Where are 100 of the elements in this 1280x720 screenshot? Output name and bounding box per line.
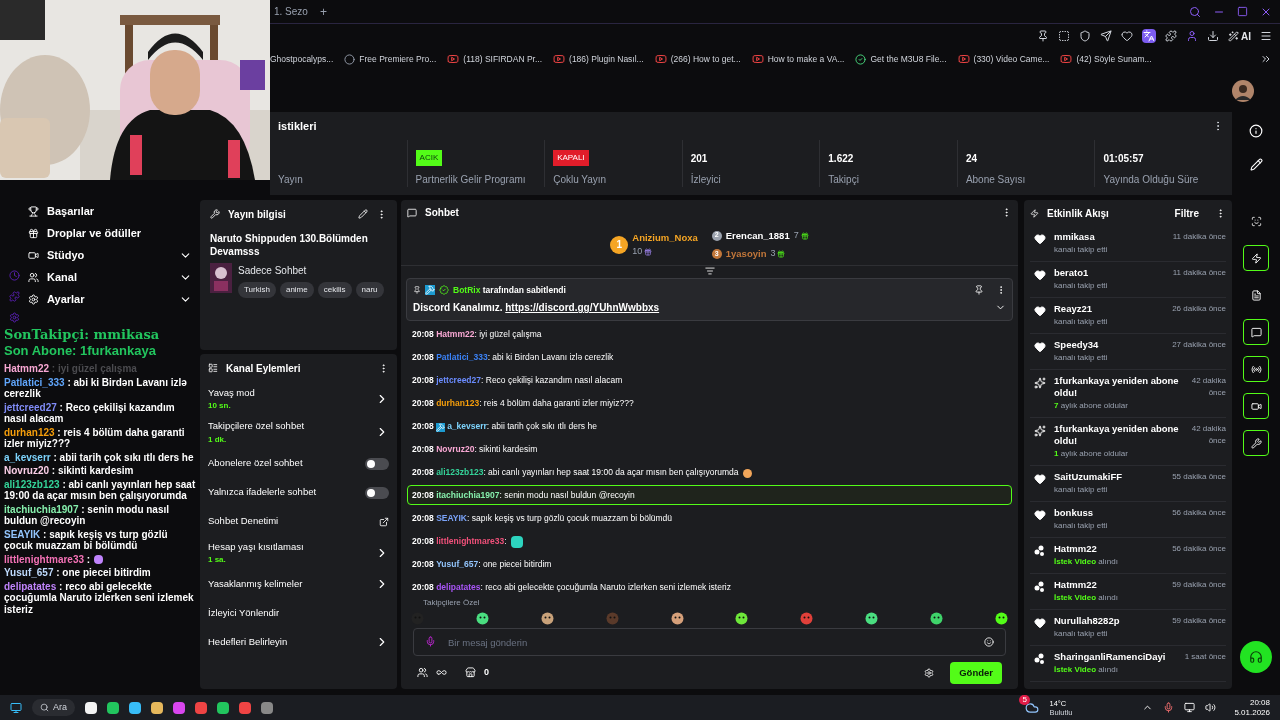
activity-item[interactable]: Hatmm22 59 dakika önce İstek Video alındı [1030, 574, 1226, 610]
activity-name: Hatmm22 [1054, 579, 1098, 591]
bookmark[interactable]: (266) How to get... [654, 52, 741, 66]
tag[interactable]: Turkish [238, 282, 276, 298]
activity-item[interactable]: SaitUzumakiFF 55 dakika önce kanalı takip etti [1030, 466, 1226, 502]
activity-item[interactable]: Nurullah8282p 59 dakika önce kanalı takip etti [1030, 610, 1226, 646]
bookmark[interactable]: (186) Plugin Nasıl... [553, 52, 644, 66]
stat-label: Yayında Olduğu Süre [1103, 173, 1200, 187]
action-label: İzleyici Yönlendir [208, 605, 281, 620]
gifter-name: Anizium_Noxa [632, 230, 698, 245]
activity-item[interactable]: 1furkankaya yeniden abone oldu! 42 dakika önce 1 aylık abone oldular [1030, 418, 1226, 466]
bookmark[interactable]: How to make a VA... [751, 52, 845, 66]
activity-name: Hatmm22 [1054, 543, 1098, 555]
activity-name: 1furkankaya yeniden abone oldu! [1054, 423, 1180, 447]
stat-value: 24 [965, 152, 978, 166]
action-label: Takipçilere özel sohbet [208, 419, 306, 434]
sidebar-item[interactable]: Başarılar [28, 200, 192, 222]
activity-name: Speedy34 [1054, 339, 1100, 351]
activity-name: bonkuss [1054, 507, 1095, 519]
activity-name: mmikasa [1054, 231, 1096, 243]
overlay-chat-message: itachiuchia1907 : senin modu nasıl buldun @recoyin [4, 503, 171, 527]
stat-label: Partnerlik Gelir Programı [415, 173, 527, 187]
overlay-text: Son Abone: 1furkankaya [3, 343, 157, 359]
pinned-by: BotRix tarafından sabitlendi [453, 283, 567, 297]
panel-title: Etkinlik Akışı [1047, 206, 1110, 221]
activity-name: berato1 [1054, 267, 1090, 279]
bookmark[interactable]: Ghostpocalyps... [270, 52, 334, 66]
activity-item[interactable]: mmikasa 11 dakika önce kanalı takip etti [1030, 226, 1226, 262]
chat-message: 20:08 Yusuf_657: one piecei bitirdim [411, 558, 553, 572]
stat-label: İzleyici [690, 172, 722, 187]
stream-title: Naruto Shippuden 130.Bölümden Devamsss [210, 232, 369, 258]
activity-detail: İstek Video alındı [1054, 556, 1119, 568]
activity-name: SharinganliRamenciDayi [1054, 651, 1167, 663]
action-label: Yalnızca ifadelerle sohbet [208, 485, 318, 500]
gifter-name: 1yasoyin [725, 246, 767, 261]
bookmark[interactable]: Get the M3U8 File... [855, 52, 947, 66]
activity-time: 26 dakika önce [1172, 303, 1226, 315]
activity-item[interactable]: Hatmm22 56 dakika önce İstek Video alındı [1030, 538, 1226, 574]
sidebar-item[interactable]: Ayarlar [28, 288, 192, 310]
bookmark[interactable]: (330) Video Came... [957, 52, 1050, 66]
new-tab-button[interactable]: + [319, 2, 327, 21]
activity-detail: kanalı takip etti [1054, 520, 1109, 532]
overlay-chat-message: Patlatici_333 : abi ki Birdən Lavanı izlə cerezlik [4, 376, 188, 400]
overlay-chat-message: delipatates : reco abi gelecekte çocuğumla Naruto izlerken seni izlemek isteriz [4, 580, 195, 615]
activity-item[interactable]: 1furkankaya yeniden abone oldu! 42 dakika önce 7 aylık abone oldular [1030, 370, 1226, 418]
ai-button[interactable]: AI [1228, 28, 1251, 44]
bookmark[interactable]: (118) SIFIRDAN Pr... [447, 52, 543, 66]
tag[interactable]: naru [355, 282, 384, 298]
gifter-name: Erencan_1881 [725, 228, 790, 243]
bookmark[interactable]: (42) Söyle Sunam... [1060, 52, 1152, 66]
stat-value: 01:05:57 [1103, 152, 1145, 166]
sidebar-item[interactable]: Kanal [28, 266, 192, 288]
chat-message: 20:08 ali123zb123: abi canlı yayınları hep saat 19:00 da açar mısın ben çalışıyorumda [407, 462, 1012, 483]
activity-item[interactable]: SharinganliRamenciDayi 1 saat önce İstek Video alındı [1030, 646, 1226, 682]
action-label: Yavaş mod [208, 386, 256, 400]
tag[interactable]: anime [279, 282, 314, 298]
sidebar-item[interactable]: Stüdyo [28, 244, 192, 266]
action-label: Sohbet Denetimi [208, 514, 280, 529]
overlay-chat-message: Novruz20 : sikinti kardesim [4, 465, 135, 477]
activity-time: 11 dakika önce [1172, 267, 1226, 279]
search-field[interactable]: Ara [32, 698, 75, 717]
status-badge: KAPALI [553, 150, 589, 166]
overlay-chat-message: a_kevserr : abii tarih çok sıkı ıtlı ders he [4, 451, 195, 463]
link[interactable]: https://discord.gg/YUhnWwbbxs [505, 302, 660, 314]
activity-item[interactable]: Reayz21 26 dakika önce kanalı takip etti [1030, 298, 1226, 334]
stat-label: Çoklu Yayın [553, 173, 608, 187]
chat-message: 20:08 durhan123: reis 4 bölüm daha garanti izler miyiz??? [411, 397, 635, 411]
overlay-chat-message: Hatmm22 : iyi güzel çalışma [4, 363, 138, 375]
category-link[interactable]: Sadece Sohbet [238, 263, 384, 278]
activity-item[interactable]: berato1 11 dakika önce kanalı takip etti [1030, 262, 1226, 298]
filter-button[interactable]: Filtre [1174, 205, 1199, 221]
chat-message: 20:08 Patlatici_333: abi ki Birdən Lavanı izlə cerezlik [411, 351, 615, 365]
action-value: 1 dk. [208, 433, 228, 446]
chat-message: 20:08 a_kevserr: abii tarih çok sıkı ıtlı ders he [411, 420, 598, 434]
tag[interactable]: cekilis [317, 282, 352, 298]
chat-message: 20:08 delipatates: reco abi gelecekte çocuğumla Naruto izlerken seni izlemek isteriz [411, 581, 732, 595]
activity-item[interactable]: Speedy34 27 dakika önce kanalı takip etti [1030, 334, 1226, 370]
overlay-chat-message: Yusuf_657 : one piecei bitirdim [4, 567, 152, 579]
activity-name: 1furkankaya yeniden abone oldu! [1054, 375, 1180, 399]
gift-count: 3 [770, 247, 776, 261]
notification-badge: 5 [1019, 694, 1030, 705]
action-label: Hesap yaşı kısıtlaması [208, 539, 305, 554]
panel-title: Yayın bilgisi [228, 207, 287, 222]
overlay-chat-message: SEAYIK : sapık keşiş vs turp gözlü çocuk muazzam bi bölümdü [4, 528, 169, 552]
send-button[interactable]: Gönder [950, 661, 1002, 684]
activity-time: 11 dakika önce [1172, 231, 1226, 243]
activity-item[interactable]: bonkuss 56 dakika önce kanalı takip etti [1030, 502, 1226, 538]
action-value: 10 sn. [208, 400, 232, 413]
browser-tab[interactable]: 1. Sezo [270, 4, 308, 19]
clock-date: 5.01.2026 [1234, 707, 1270, 718]
activity-name: Nurullah8282p [1054, 615, 1121, 627]
activity-time: 42 dakika önce [1190, 375, 1226, 399]
overlay-chat-message: ali123zb123 : abi canlı yayınları hep saat 19:00 da açar mısın ben çalışıyorumda [4, 478, 196, 502]
sidebar-item[interactable]: Droplar ve ödüller [28, 222, 192, 244]
bookmark[interactable]: Free Premiere Pro... [344, 52, 437, 66]
stat-value: 1.622 [828, 152, 855, 166]
gift-count: 10 [632, 245, 643, 259]
message-input[interactable]: Bir mesaj gönderin [413, 628, 1006, 657]
action-label: Abonelere özel sohbet [208, 456, 304, 471]
panel-title: Kanal Eylemleri [226, 361, 302, 376]
